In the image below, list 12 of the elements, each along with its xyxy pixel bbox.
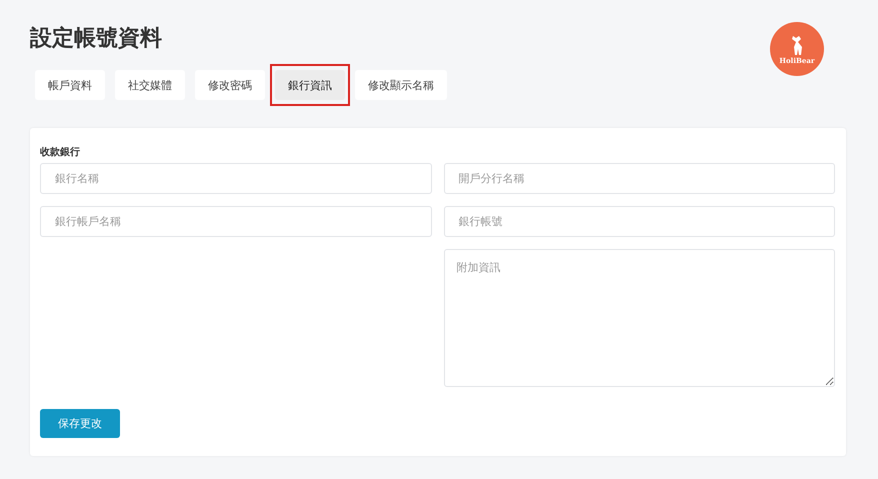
text-area[interactable]: 附加資訊: [444, 249, 835, 387]
page-title: 設定帳號資料: [30, 24, 162, 53]
input-field[interactable]: 銀行帳戶名稱: [40, 206, 432, 237]
tab[interactable]: 帳戶資料: [35, 70, 105, 100]
tab[interactable]: 社交媒體: [115, 70, 185, 100]
section-label: 收款銀行: [40, 146, 80, 159]
input-field[interactable]: 開戶分行名稱: [444, 163, 835, 194]
input-field[interactable]: 銀行帳號: [444, 206, 835, 237]
input-field[interactable]: 銀行名稱: [40, 163, 432, 194]
tab[interactable]: 銀行資訊: [275, 70, 345, 100]
tab[interactable]: 修改密碼: [195, 70, 265, 100]
tab[interactable]: 修改顯示名稱: [355, 70, 447, 100]
